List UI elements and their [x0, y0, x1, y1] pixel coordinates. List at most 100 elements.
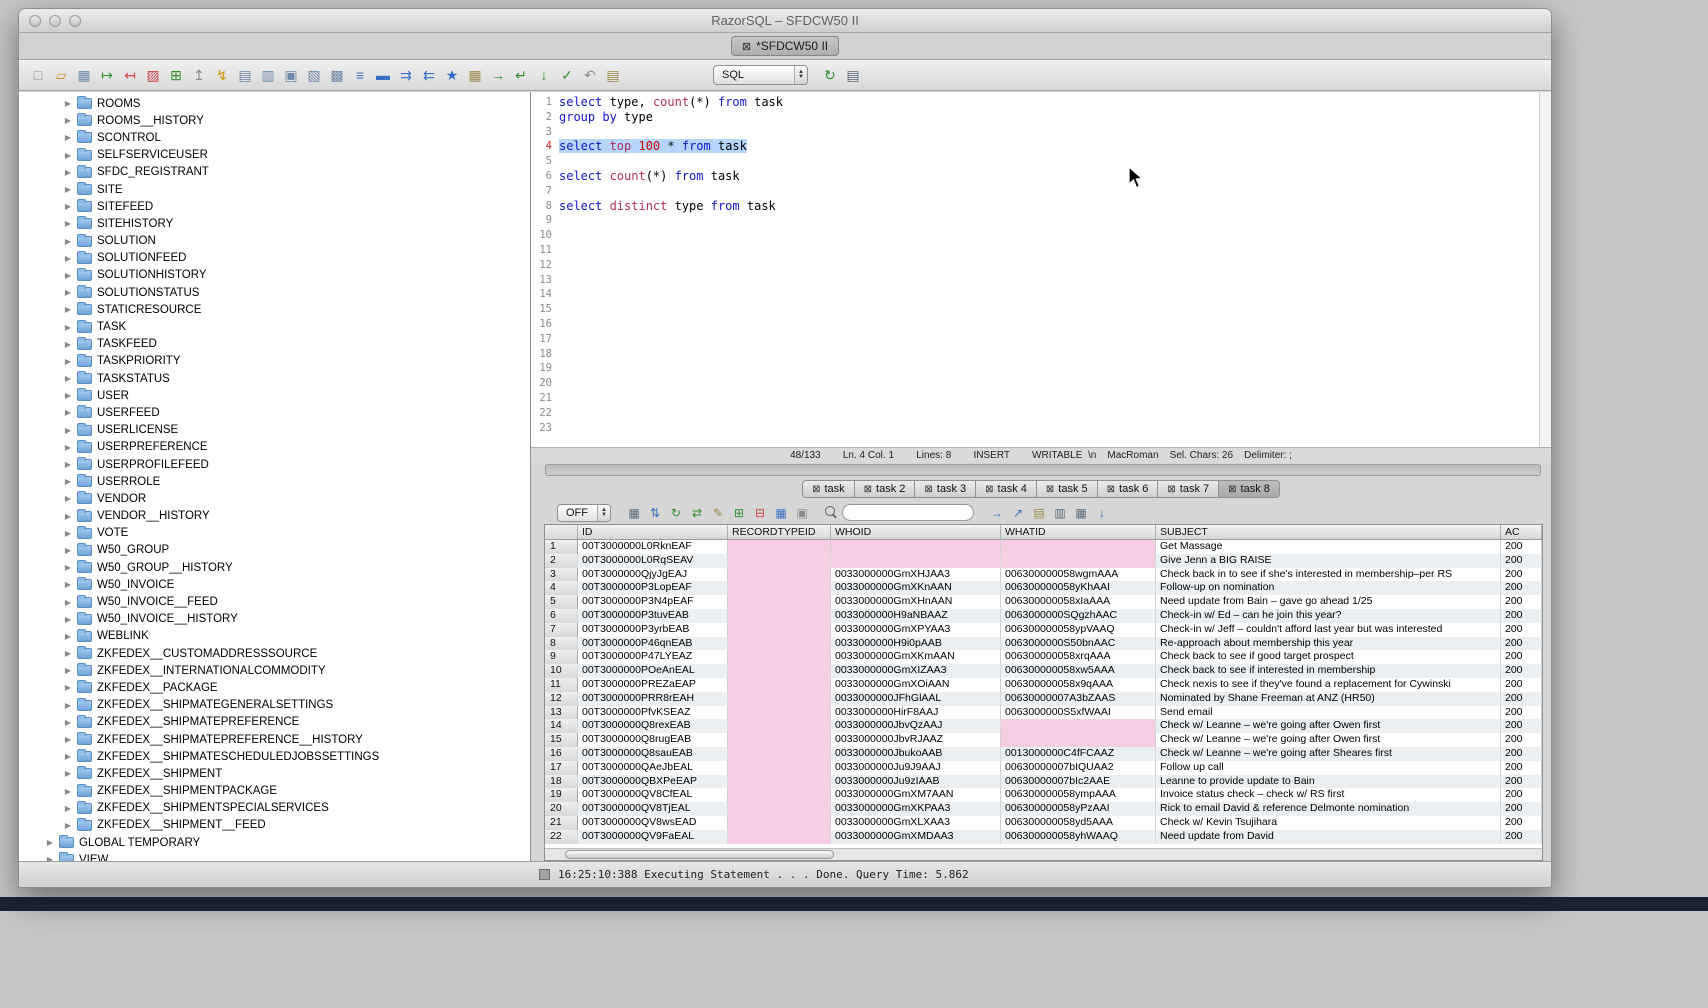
tree-item[interactable]: ▶SFDC_REGISTRANT: [19, 164, 530, 181]
cell-subject[interactable]: Need update from David: [1156, 830, 1501, 844]
results-tab-task-6[interactable]: ⊠task 6: [1097, 480, 1159, 498]
tree-item[interactable]: ▶SOLUTION: [19, 233, 530, 250]
row-number[interactable]: 2: [545, 554, 578, 568]
row-limit-select[interactable]: OFF ▲▼: [557, 504, 611, 522]
table-row[interactable]: 1500T3000000Q8rugEAB0033000000JbvRJAAZCh…: [545, 733, 1542, 747]
copy-icon[interactable]: ▣: [281, 65, 301, 85]
cell-id[interactable]: 00T3000000QAeJbEAL: [578, 761, 728, 775]
close-window-icon[interactable]: [29, 15, 41, 27]
outdent-icon[interactable]: ⇇: [419, 65, 439, 85]
cell-recordtypeid[interactable]: [728, 719, 831, 733]
favorites-icon[interactable]: ★: [442, 65, 462, 85]
editor-vertical-scrollbar[interactable]: [1539, 92, 1551, 447]
cell-recordtypeid[interactable]: [728, 678, 831, 692]
cell-whatid[interactable]: [1001, 733, 1156, 747]
cell-subject[interactable]: Check back to see if interested in membe…: [1156, 664, 1501, 678]
cell-ac[interactable]: 200: [1501, 637, 1542, 651]
go-icon[interactable]: →: [488, 65, 508, 85]
tree-item[interactable]: ▶SOLUTIONSTATUS: [19, 284, 530, 301]
cell-ac[interactable]: 200: [1501, 581, 1542, 595]
cell-recordtypeid[interactable]: [728, 692, 831, 706]
cell-whatid[interactable]: 006300000058yd5AAA: [1001, 816, 1156, 830]
grid-body[interactable]: 100T3000000L0RknEAFGet Massage200200T300…: [545, 540, 1542, 848]
code-line[interactable]: [559, 391, 1539, 406]
cell-recordtypeid[interactable]: [728, 816, 831, 830]
cell-subject[interactable]: Check back to see if good target prospec…: [1156, 650, 1501, 664]
cell-recordtypeid[interactable]: [728, 747, 831, 761]
table-row[interactable]: 1000T3000000POeAnEAL0033000000GmXIZAA300…: [545, 664, 1542, 678]
cell-subject[interactable]: Check w/ Leanne – we're going after Owen…: [1156, 719, 1501, 733]
cell-ac[interactable]: 200: [1501, 678, 1542, 692]
cell-whoid[interactable]: 0033000000Ju9J9AAJ: [831, 761, 1001, 775]
disclosure-triangle-icon[interactable]: ▶: [61, 357, 75, 366]
save-results-icon[interactable]: ▦: [625, 504, 643, 522]
code-line[interactable]: [559, 154, 1539, 169]
cell-whatid[interactable]: [1001, 540, 1156, 554]
cell-ac[interactable]: 200: [1501, 788, 1542, 802]
tree-item[interactable]: ▶TASKFEED: [19, 336, 530, 353]
cell-whoid[interactable]: 0033000000H9i0pAAB: [831, 637, 1001, 651]
tree-item[interactable]: ▶ZKFEDEX__SHIPMATESCHEDULEDJOBSSETTINGS: [19, 748, 530, 765]
row-number[interactable]: 15: [545, 733, 578, 747]
cell-subject[interactable]: Invoice status check – check w/ RS first: [1156, 788, 1501, 802]
code-line[interactable]: [559, 406, 1539, 421]
disclosure-triangle-icon[interactable]: ▶: [61, 151, 75, 160]
code-line[interactable]: [559, 302, 1539, 317]
cell-id[interactable]: 00T3000000P3yrbEAB: [578, 623, 728, 637]
code-line[interactable]: group by type: [559, 110, 1539, 125]
cell-ac[interactable]: 200: [1501, 623, 1542, 637]
cell-subject[interactable]: Check-in w/ Ed – can he join this year?: [1156, 609, 1501, 623]
tree-item[interactable]: ▶WEBLINK: [19, 628, 530, 645]
cell-whoid[interactable]: 0033000000GmXHJAA3: [831, 568, 1001, 582]
tree-item[interactable]: ▶VIEW: [19, 851, 530, 861]
cell-recordtypeid[interactable]: [728, 830, 831, 844]
cell-whoid[interactable]: 0033000000GmXM7AAN: [831, 788, 1001, 802]
tree-item[interactable]: ▶ZKFEDEX__SHIPMENTPACKAGE: [19, 783, 530, 800]
cell-whatid[interactable]: 00630000007bIc2AAE: [1001, 775, 1156, 789]
table-row[interactable]: 1300T3000000PfvKSEAZ0033000000HirF8AAJ00…: [545, 706, 1542, 720]
cell-id[interactable]: 00T3000000P3tuvEAB: [578, 609, 728, 623]
tree-item[interactable]: ▶ZKFEDEX__SHIPMENTSPECIALSERVICES: [19, 800, 530, 817]
row-number[interactable]: 5: [545, 595, 578, 609]
sort-icon[interactable]: ⇅: [646, 504, 664, 522]
schema-tree[interactable]: ▶ROOMS▶ROOMS__HISTORY▶SCONTROL▶SELFSERVI…: [19, 92, 531, 861]
results-tab-task-7[interactable]: ⊠task 7: [1157, 480, 1219, 498]
cell-recordtypeid[interactable]: [728, 581, 831, 595]
cell-ac[interactable]: 200: [1501, 816, 1542, 830]
cell-id[interactable]: 00T3000000POeAnEAL: [578, 664, 728, 678]
disclosure-triangle-icon[interactable]: ▶: [61, 237, 75, 246]
cell-whoid[interactable]: 0033000000H9aNBAAZ: [831, 609, 1001, 623]
tree-item[interactable]: ▶STATICRESOURCE: [19, 301, 530, 318]
cell-whatid[interactable]: 0063000000SQgzhAAC: [1001, 609, 1156, 623]
cell-recordtypeid[interactable]: [728, 788, 831, 802]
cell-whatid[interactable]: 0063000000S5xfWAAI: [1001, 706, 1156, 720]
table-row[interactable]: 1700T3000000QAeJbEAL0033000000Ju9J9AAJ00…: [545, 761, 1542, 775]
code-line[interactable]: [559, 287, 1539, 302]
cell-id[interactable]: 00T3000000QV8CfEAL: [578, 788, 728, 802]
tree-item[interactable]: ▶W50_GROUP__HISTORY: [19, 559, 530, 576]
row-number[interactable]: 12: [545, 692, 578, 706]
close-tab-icon[interactable]: ⊠: [812, 484, 820, 495]
results-tab-task-2[interactable]: ⊠task 2: [854, 480, 916, 498]
disclosure-triangle-icon[interactable]: ▶: [61, 529, 75, 538]
format-sql-icon[interactable]: ≡: [350, 65, 370, 85]
fetch-icon[interactable]: ↓: [534, 65, 554, 85]
close-tab-icon[interactable]: ⊠: [1228, 484, 1236, 495]
disclosure-triangle-icon[interactable]: ▶: [61, 477, 75, 486]
cell-subject[interactable]: Leanne to provide update to Bain: [1156, 775, 1501, 789]
results-tab-task-8[interactable]: ⊠task 8: [1218, 480, 1280, 498]
spreadsheet-icon[interactable]: ▤: [1030, 504, 1048, 522]
tree-item[interactable]: ▶ZKFEDEX__INTERNATIONALCOMMODITY: [19, 662, 530, 679]
indent-icon[interactable]: ⇉: [396, 65, 416, 85]
cell-whatid[interactable]: 00630000007bIQUAA2: [1001, 761, 1156, 775]
cell-subject[interactable]: Give Jenn a BIG RAISE: [1156, 554, 1501, 568]
tree-item[interactable]: ▶TASKPRIORITY: [19, 353, 530, 370]
table-row[interactable]: 900T3000000P47LYEAZ0033000000GmXKmAAN006…: [545, 650, 1542, 664]
refresh-results-icon[interactable]: ↻: [667, 504, 685, 522]
cell-subject[interactable]: Get Massage: [1156, 540, 1501, 554]
results-tab-task-4[interactable]: ⊠task 4: [975, 480, 1037, 498]
upload-icon[interactable]: ↥: [189, 65, 209, 85]
cell-whoid[interactable]: 0033000000JFhGlAAL: [831, 692, 1001, 706]
disclosure-triangle-icon[interactable]: ▶: [61, 340, 75, 349]
table-row[interactable]: 1600T3000000Q8sauEAB0033000000JbukoAAB00…: [545, 747, 1542, 761]
